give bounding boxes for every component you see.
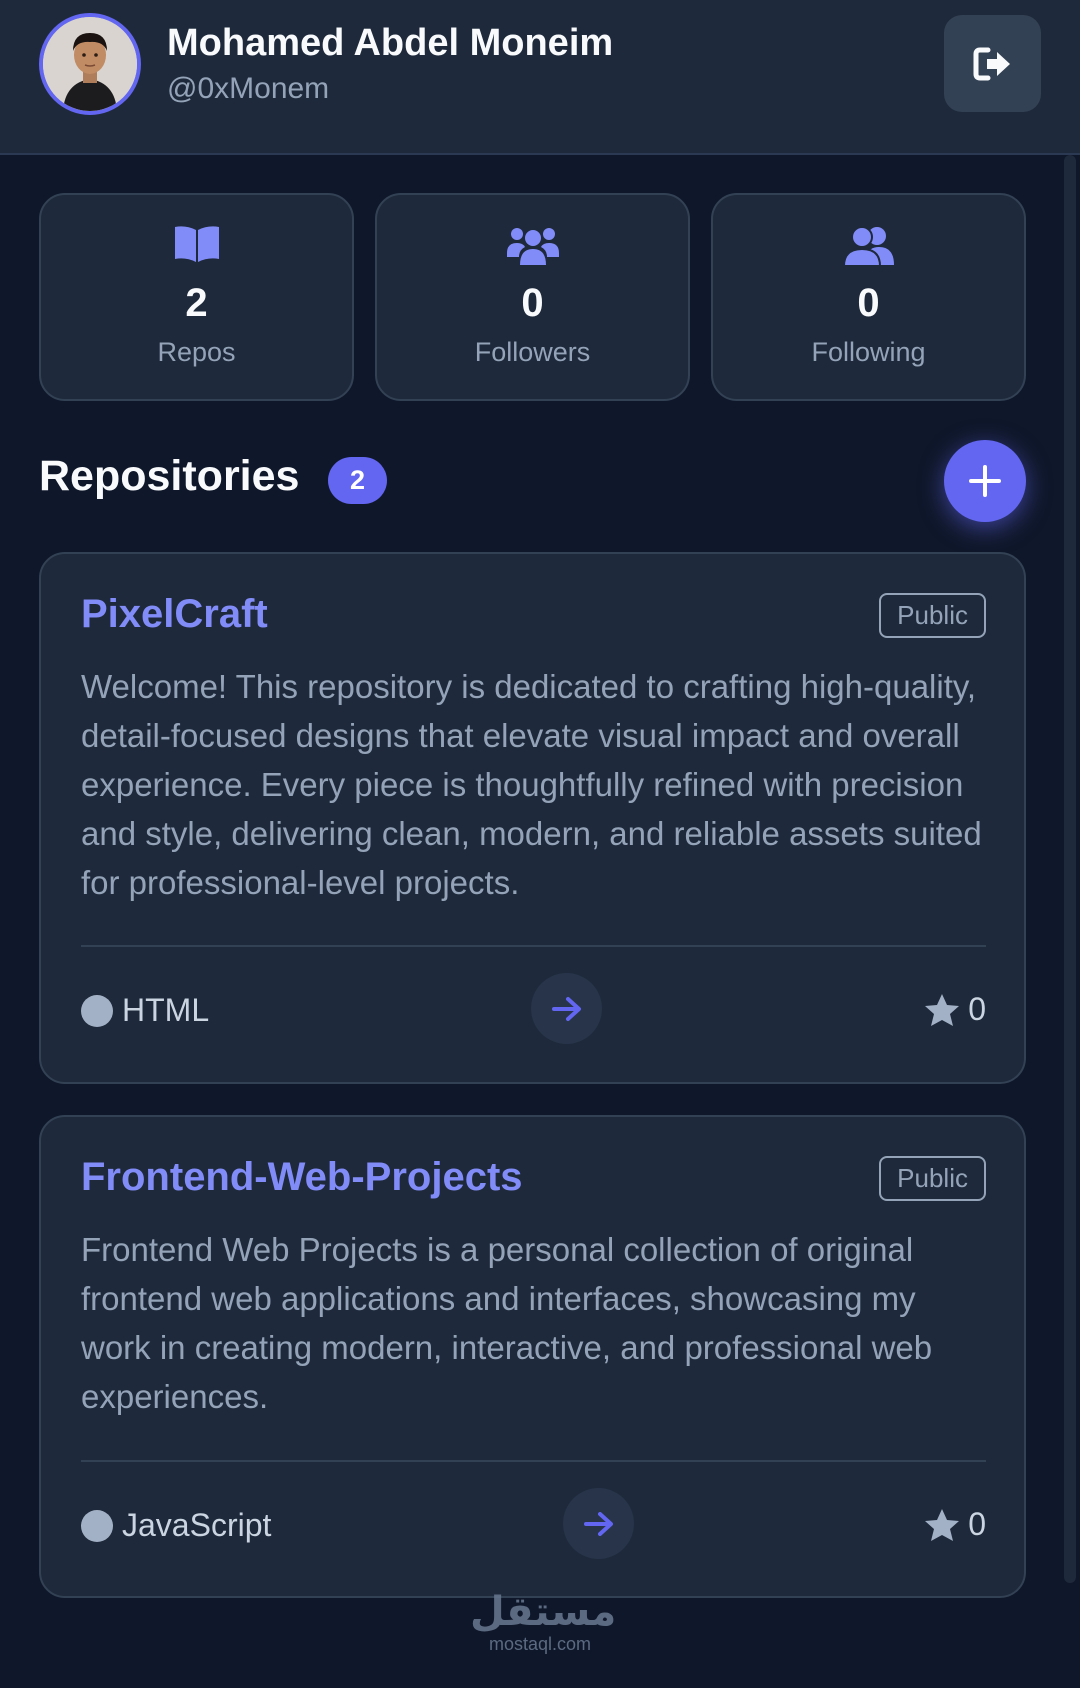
arrow-right-icon xyxy=(583,1511,613,1536)
repo-stars: 0 xyxy=(924,1506,986,1543)
repo-language: HTML xyxy=(81,992,209,1029)
repo-language: JavaScript xyxy=(81,1507,271,1544)
watermark-url: mostaql.com xyxy=(488,1634,592,1654)
stat-label: Followers xyxy=(474,337,591,367)
stat-value: 0 xyxy=(857,281,880,325)
repo-card[interactable]: PixelCraft Public Welcome! This reposito… xyxy=(39,552,1026,1084)
user-handle: @0xMonem xyxy=(167,72,330,105)
scrollbar[interactable] xyxy=(1064,155,1076,1583)
stat-following[interactable]: 0 Following xyxy=(711,193,1026,401)
language-dot xyxy=(81,1509,113,1542)
add-repository-button[interactable] xyxy=(944,440,1026,522)
section-title: Repositories xyxy=(39,452,300,500)
avatar-photo xyxy=(43,17,137,111)
divider xyxy=(81,945,986,947)
star-count: 0 xyxy=(968,1506,986,1542)
language-name: HTML xyxy=(122,992,210,1028)
book-icon xyxy=(174,226,219,262)
users-icon xyxy=(506,228,559,265)
user-group-icon xyxy=(842,226,894,267)
visibility-badge: Public xyxy=(879,593,986,638)
repo-stars: 0 xyxy=(924,991,986,1028)
visibility-badge: Public xyxy=(879,1156,986,1201)
watermark-logo: مستقل xyxy=(470,1590,617,1634)
open-repo-button[interactable] xyxy=(563,1488,634,1559)
plus-icon xyxy=(969,465,1001,497)
repo-count-badge: 2 xyxy=(328,457,387,504)
stat-followers[interactable]: 0 Followers xyxy=(375,193,690,401)
divider xyxy=(81,1460,986,1462)
star-icon xyxy=(925,993,960,1026)
sign-out-icon xyxy=(973,47,1010,80)
repo-name-link[interactable]: Frontend-Web-Projects xyxy=(81,1155,523,1200)
repo-name-link[interactable]: PixelCraft xyxy=(81,592,268,637)
stat-value: 2 xyxy=(185,281,208,325)
language-name: JavaScript xyxy=(122,1507,272,1543)
repo-description: Welcome! This repository is dedicated to… xyxy=(81,668,982,901)
repo-description: Frontend Web Projects is a personal coll… xyxy=(81,1231,933,1415)
watermark: مستقل mostaql.com xyxy=(470,1590,617,1654)
stat-value: 0 xyxy=(521,281,544,325)
user-name: Mohamed Abdel Moneim xyxy=(167,22,614,64)
repo-card[interactable]: Frontend-Web-Projects Public Frontend We… xyxy=(39,1115,1026,1598)
stat-repos[interactable]: 2 Repos xyxy=(39,193,354,401)
star-icon xyxy=(925,1508,960,1541)
star-count: 0 xyxy=(968,991,986,1027)
open-repo-button[interactable] xyxy=(531,973,602,1044)
stat-label: Following xyxy=(811,337,926,367)
profile-header: Mohamed Abdel Moneim @0xMonem xyxy=(0,0,1080,155)
arrow-right-icon xyxy=(551,996,581,1021)
logout-button[interactable] xyxy=(944,15,1041,112)
avatar[interactable] xyxy=(39,13,141,115)
language-dot xyxy=(81,994,113,1027)
stat-label: Repos xyxy=(157,337,236,367)
